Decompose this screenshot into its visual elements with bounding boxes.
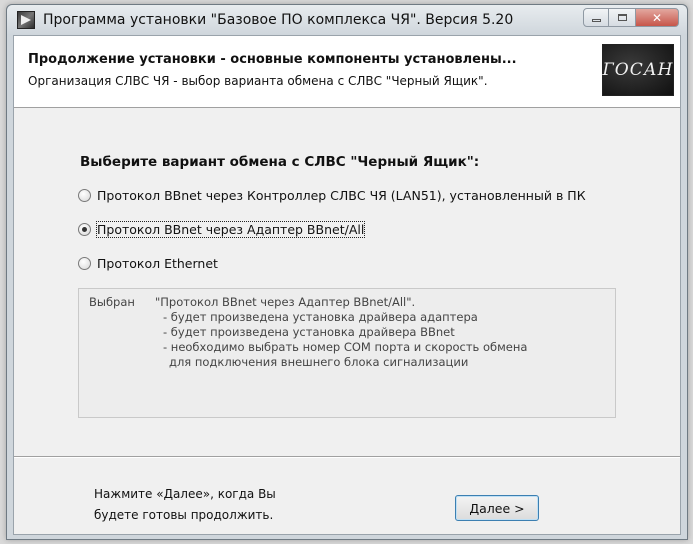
footer-hint-line1: Нажмите «Далее», когда Вы [94, 487, 276, 501]
info-head: Выбран [89, 295, 135, 309]
installer-window: Программа установки "Базовое ПО комплекс… [6, 4, 688, 540]
dialog-body: Продолжение установки - основные компоне… [13, 35, 681, 535]
wizard-header: Продолжение установки - основные компоне… [14, 36, 680, 108]
close-icon: ✕ [651, 10, 663, 25]
info-line: для подключения внешнего блока сигнализа… [169, 355, 469, 369]
maximize-button[interactable] [609, 8, 635, 27]
option-lan51[interactable]: Протокол BBnet через Контроллер СЛВС ЧЯ … [78, 188, 586, 203]
footer-divider [14, 456, 680, 458]
info-line: - необходимо выбрать номер COM порта и с… [163, 340, 528, 354]
exchange-variant-question: Выберите вариант обмена с СЛВС "Черный Я… [80, 154, 480, 170]
radio-lan51[interactable] [78, 189, 91, 202]
logo-text: ГОСАН [602, 60, 674, 80]
option-lan51-label[interactable]: Протокол BBnet через Контроллер СЛВС ЧЯ … [97, 188, 586, 203]
option-bbnet-adapter[interactable]: Протокол BBnet через Адаптер BBnet/All [78, 221, 366, 238]
header-title: Продолжение установки - основные компоне… [28, 52, 517, 67]
info-line: - будет произведена установка драйвера B… [163, 325, 455, 339]
minimize-icon [591, 19, 601, 22]
option-ethernet-label[interactable]: Протокол Ethernet [97, 256, 218, 271]
selection-info-box: Выбран "Протокол BBnet через Адаптер BBn… [78, 288, 616, 418]
app-icon [17, 11, 35, 29]
footer-hint-line2: будете готовы продолжить. [94, 508, 274, 522]
info-line: - будет произведена установка драйвера а… [163, 310, 478, 324]
footer-hint: Нажмите «Далее», когда Вы будете готовы … [94, 484, 276, 526]
option-bbnet-adapter-label[interactable]: Протокол BBnet через Адаптер BBnet/All [95, 221, 366, 238]
info-line: "Протокол BBnet через Адаптер BBnet/All"… [155, 295, 416, 309]
minimize-button[interactable] [583, 8, 609, 27]
close-button[interactable]: ✕ [635, 8, 679, 27]
title-bar[interactable]: Программа установки "Базовое ПО комплекс… [7, 5, 687, 35]
caption-buttons: ✕ [583, 8, 679, 28]
window-title: Программа установки "Базовое ПО комплекс… [43, 12, 514, 28]
info-lines: "Протокол BBnet через Адаптер BBnet/All"… [155, 295, 528, 370]
option-ethernet[interactable]: Протокол Ethernet [78, 256, 218, 271]
radio-bbnet-adapter[interactable] [78, 223, 91, 236]
company-logo: ГОСАН [602, 44, 674, 96]
maximize-icon [617, 14, 627, 21]
next-button[interactable]: Далее > [455, 495, 539, 521]
radio-ethernet[interactable] [78, 257, 91, 270]
header-subtitle: Организация СЛВС ЧЯ - выбор варианта обм… [28, 74, 488, 88]
